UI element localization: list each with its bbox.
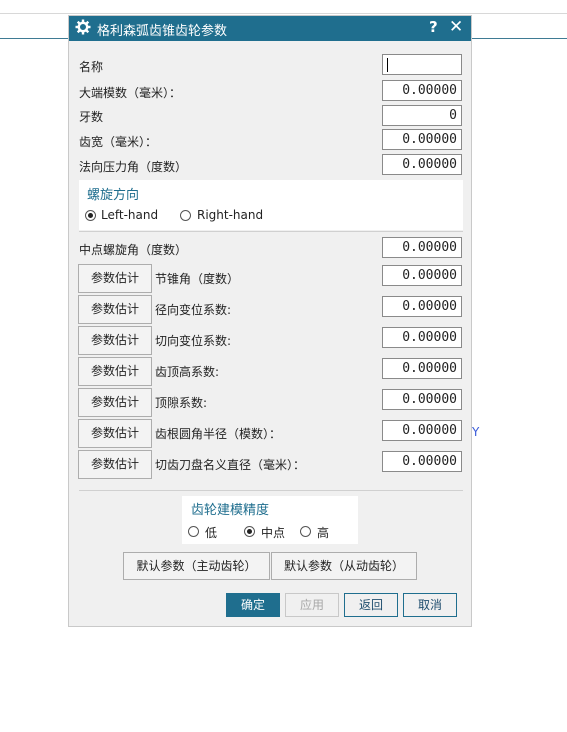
cutter-diameter-input[interactable]: 0.00000 (382, 451, 462, 472)
teeth-input[interactable]: 0 (382, 105, 462, 126)
precision-high-label[interactable]: 高 (317, 524, 329, 541)
estimate-button-cutter-diameter[interactable]: 参数估计 (78, 450, 152, 479)
radial-shift-label: 径向变位系数: (155, 303, 232, 317)
addendum-input[interactable]: 0.00000 (382, 358, 462, 379)
left-hand-label[interactable]: Left-hand (101, 208, 158, 222)
estimate-button-fillet-radius[interactable]: 参数估计 (78, 419, 152, 448)
default-driver-gear-button[interactable]: 默认参数（主动齿轮） (123, 552, 270, 580)
face-width-input[interactable]: 0.00000 (382, 129, 462, 150)
estimate-button-pitch-angle[interactable]: 参数估计 (78, 264, 152, 293)
help-button[interactable]: ? (429, 18, 438, 36)
mid-spiral-angle-input[interactable]: 0.00000 (382, 237, 462, 258)
name-input[interactable] (382, 54, 462, 75)
estimate-button-radial-shift[interactable]: 参数估计 (78, 295, 152, 324)
title-bar[interactable]: 格利森弧齿锥齿轮参数 ? ✕ (69, 16, 471, 41)
ok-button[interactable]: 确定 (226, 593, 280, 617)
apply-button[interactable]: 应用 (285, 593, 339, 617)
divider (79, 490, 463, 491)
close-button[interactable]: ✕ (449, 17, 463, 37)
precision-mid-radio[interactable] (244, 526, 255, 537)
fillet-radius-input[interactable]: 0.00000 (382, 420, 462, 441)
estimate-button-addendum[interactable]: 参数估计 (78, 357, 152, 386)
spiral-direction-group: 螺旋方向 Left-hand Right-hand (79, 180, 463, 230)
fillet-radius-label: 齿根圆角半径（模数）： (155, 427, 282, 441)
cancel-button[interactable]: 取消 (403, 593, 457, 617)
pitch-angle-input[interactable]: 0.00000 (382, 265, 462, 286)
modeling-precision-group: 齿轮建模精度 低 中点 高 (182, 496, 358, 544)
dialog-title: 格利森弧齿锥齿轮参数 (97, 24, 228, 39)
pitch-angle-label: 节锥角（度数） (155, 272, 240, 286)
right-hand-radio[interactable] (180, 210, 191, 221)
divider (79, 231, 463, 232)
mid-spiral-angle-label: 中点螺旋角（度数） (79, 243, 188, 257)
name-label: 名称 (79, 60, 104, 74)
tangential-shift-input[interactable]: 0.00000 (382, 327, 462, 348)
gear-parameters-dialog: 格利森弧齿锥齿轮参数 ? ✕ 名称 大端模数（毫米）： 0.00000 牙数 0… (68, 15, 472, 627)
teeth-label: 牙数 (79, 110, 104, 124)
precision-mid-label[interactable]: 中点 (261, 524, 285, 541)
modeling-precision-title: 齿轮建模精度 (191, 503, 270, 518)
background-divider (0, 13, 567, 14)
background-stray-text: Y (472, 425, 480, 439)
module-label: 大端模数（毫米）： (79, 86, 182, 100)
estimate-button-clearance[interactable]: 参数估计 (78, 388, 152, 417)
spiral-direction-title: 螺旋方向 (87, 188, 140, 203)
pressure-angle-input[interactable]: 0.00000 (382, 154, 462, 175)
module-input[interactable]: 0.00000 (382, 80, 462, 101)
clearance-input[interactable]: 0.00000 (382, 389, 462, 410)
estimate-button-tangential-shift[interactable]: 参数估计 (78, 326, 152, 355)
default-driven-gear-button[interactable]: 默认参数（从动齿轮） (271, 552, 417, 580)
gear-icon (75, 19, 91, 35)
back-button[interactable]: 返回 (344, 593, 398, 617)
radial-shift-input[interactable]: 0.00000 (382, 296, 462, 317)
tangential-shift-label: 切向变位系数: (155, 334, 232, 348)
right-hand-label[interactable]: Right-hand (197, 208, 263, 222)
precision-low-radio[interactable] (188, 526, 199, 537)
precision-high-radio[interactable] (300, 526, 311, 537)
clearance-label: 顶隙系数: (155, 396, 208, 410)
face-width-label: 齿宽（毫米）： (79, 135, 158, 149)
cutter-diameter-label: 切齿刀盘名义直径（毫米）： (155, 458, 306, 472)
left-hand-radio[interactable] (85, 210, 96, 221)
text-caret (387, 57, 388, 72)
precision-low-label[interactable]: 低 (205, 524, 217, 541)
addendum-label: 齿顶高系数: (155, 365, 220, 379)
pressure-angle-label: 法向压力角（度数） (79, 160, 188, 174)
